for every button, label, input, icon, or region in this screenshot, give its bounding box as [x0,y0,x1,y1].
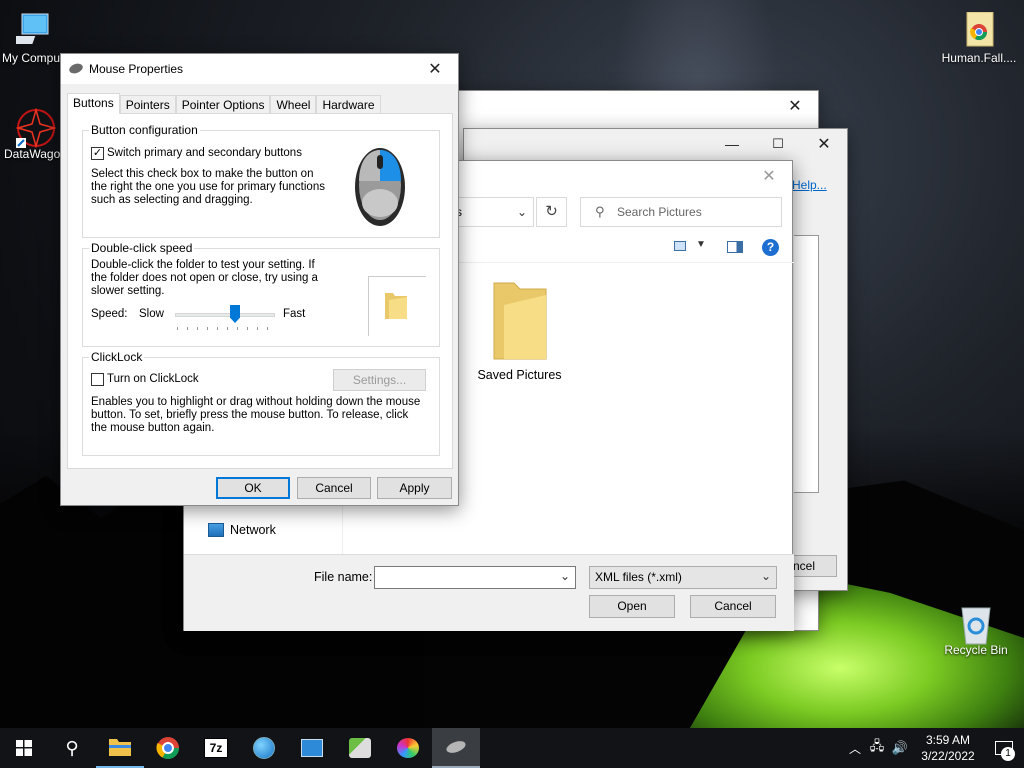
search-button[interactable]: ⚲ [48,728,96,768]
7zip-icon: 7z [204,738,228,758]
taskbar-paint[interactable] [384,728,432,768]
taskbar-file-explorer[interactable] [96,728,144,768]
folder-icon [385,293,407,319]
filename-input[interactable]: ⌄ [374,566,576,589]
view-options-icon[interactable] [674,241,686,251]
close-icon[interactable]: ✕ [772,91,818,121]
filetype-select[interactable]: XML files (*.xml) ⌄ [589,566,777,589]
switch-buttons-checkbox[interactable]: ✓ [91,147,104,160]
clicklock-group: ClickLock Turn on ClickLock Settings... … [82,350,440,456]
slow-label: Slow [139,308,164,320]
network-icon [208,523,224,537]
recycle-bin-icon [958,604,994,645]
tab-pointer-options[interactable]: Pointer Options [175,95,271,114]
document-chrome-icon [961,11,997,48]
double-click-description: Double-click the folder to test your set… [91,259,318,297]
mouse-properties-window: Mouse Properties ✕ Buttons Pointers Poin… [60,53,459,506]
taskbar-mouse-properties[interactable] [432,728,480,768]
button-configuration-group: Button configuration ✓ Switch primary an… [82,123,440,238]
preview-pane-icon[interactable] [727,241,743,253]
close-icon[interactable]: ✕ [746,161,792,191]
desktop-icon-recycle-bin[interactable]: Recycle Bin [936,604,1016,657]
chevron-down-icon[interactable]: ⌄ [560,566,570,587]
taskbar-install[interactable] [336,728,384,768]
clicklock-label: Turn on ClickLock [107,373,199,385]
speed-slider-thumb[interactable] [230,305,240,323]
tab-pointers[interactable]: Pointers [119,95,176,114]
computer-icon [6,12,52,48]
close-icon[interactable]: ✕ [412,54,458,84]
cancel-button[interactable]: Cancel [297,477,371,499]
folder-saved-pictures[interactable]: Saved Pictures [472,279,567,382]
datawagon-icon [15,107,57,149]
windows-icon [16,740,32,756]
system-tray: ︿ 🖧 🔊 3:59 AM 3/22/2022 1 [844,728,1024,768]
notification-count-badge: 1 [1001,747,1015,761]
taskbar-network-globe[interactable] [240,728,288,768]
mouse-icon [444,738,468,756]
dialog2-cancel-button[interactable]: ncel [790,555,837,577]
switch-buttons-label: Switch primary and secondary buttons [107,147,302,159]
ok-button[interactable]: OK [216,477,290,499]
close-icon[interactable]: ✕ [801,129,847,159]
volume-icon[interactable]: 🔊 [888,740,912,756]
tab-wheel[interactable]: Wheel [270,95,317,114]
desktop-icon-human-fall[interactable]: Human.Fall.... [934,11,1024,65]
chevron-up-icon[interactable]: ︿ [844,740,866,757]
buttons-tab-panel: Button configuration ✓ Switch primary an… [67,113,453,469]
refresh-icon[interactable]: ↻ [536,197,567,227]
speed-label: Speed: [91,308,128,320]
control-panel-icon [301,739,323,757]
search-input[interactable]: ⚲ Search Pictures [580,197,782,227]
clicklock-settings-button[interactable]: Settings... [333,369,426,391]
notification-center-button[interactable]: 1 [984,728,1024,768]
fast-label: Fast [283,308,306,320]
maximize-icon[interactable]: ☐ [755,129,801,159]
nav-item-network[interactable]: Network [208,523,276,537]
button-config-description: Select this check box to make the button… [91,168,325,206]
search-icon: ⚲ [595,204,605,219]
minimize-icon[interactable]: — [709,129,755,159]
file-explorer-icon [109,739,131,756]
test-folder-area[interactable] [368,276,426,336]
taskbar-control-panel[interactable] [288,728,336,768]
taskbar-7zip[interactable]: 7z [192,728,240,768]
help-link[interactable]: Help... [792,178,827,192]
search-icon: ⚲ [65,737,79,758]
network-status-icon[interactable]: 🖧 [866,737,888,759]
start-button[interactable] [0,728,48,768]
double-click-speed-group: Double-click speed Double-click the fold… [82,241,440,347]
mouse-illustration-icon [355,148,405,226]
tab-buttons[interactable]: Buttons [67,93,120,114]
network-globe-icon [253,737,275,759]
chevron-down-icon[interactable]: ⌄ [517,198,527,226]
cancel-button[interactable]: Cancel [690,595,776,618]
address-bar[interactable]: s ⌄ [450,197,534,227]
chrome-icon [156,737,179,759]
open-button[interactable]: Open [589,595,675,618]
slider-ticks [177,327,275,330]
apply-button[interactable]: Apply [377,477,452,499]
window-title: Mouse Properties [89,62,184,76]
filename-label: File name: [314,570,373,584]
install-icon [349,738,371,758]
taskbar-chrome[interactable] [144,728,192,768]
chevron-down-icon[interactable]: ⌄ [761,566,771,587]
clicklock-checkbox[interactable] [91,373,104,386]
paint-icon [397,738,419,758]
tab-hardware[interactable]: Hardware [316,95,381,114]
clicklock-description: Enables you to highlight or drag without… [91,396,421,434]
help-icon[interactable]: ? [762,239,779,256]
chevron-down-icon[interactable]: ▼ [696,239,706,250]
clock[interactable]: 3:59 AM 3/22/2022 [912,732,984,764]
tab-bar: Buttons Pointers Pointer Options Wheel H… [67,93,381,114]
folder-icon [493,282,546,360]
taskbar: ⚲ 7z ︿ 🖧 🔊 3:59 AM 3/22/2022 1 [0,728,1024,768]
speed-slider-track [175,313,275,317]
